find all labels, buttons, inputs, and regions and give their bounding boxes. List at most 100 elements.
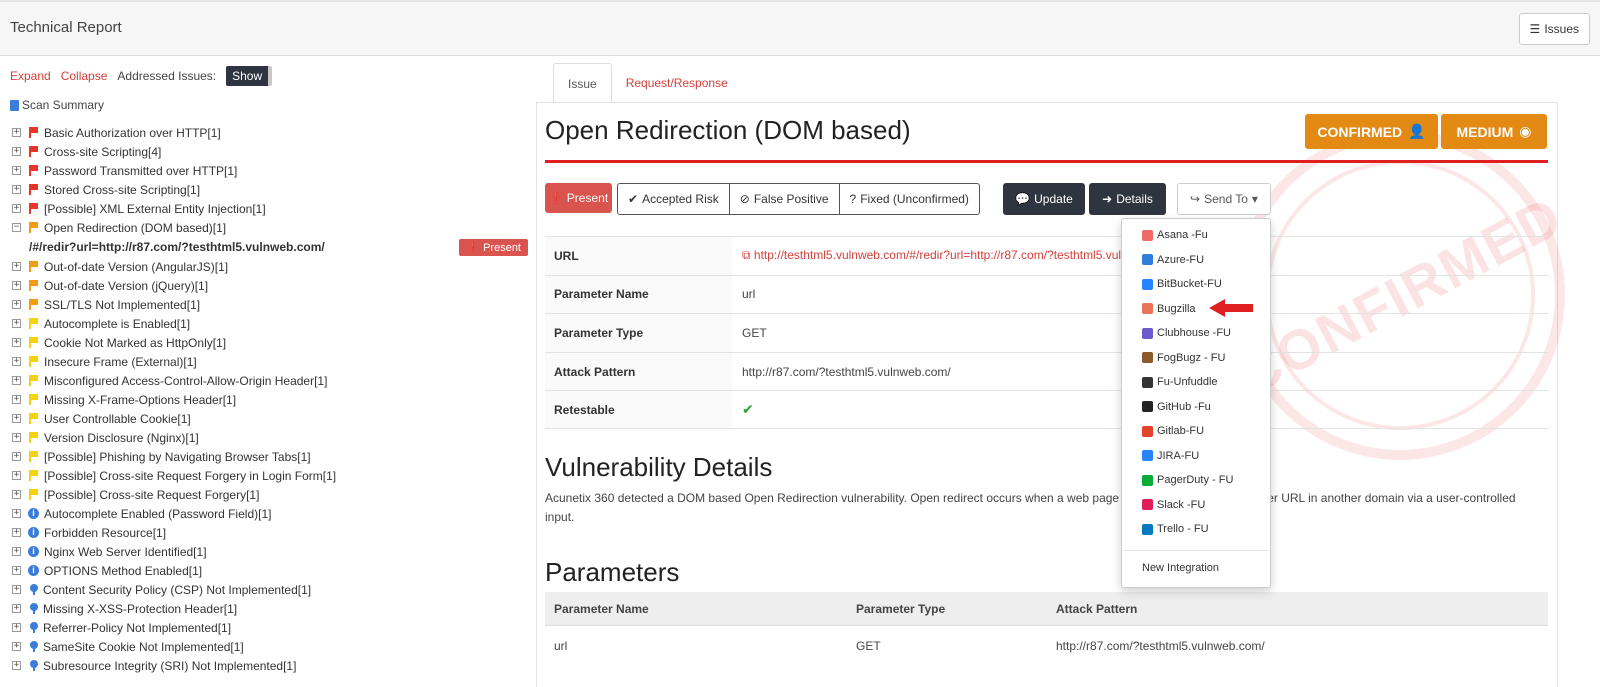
send-to-item-label: Azure-FU	[1157, 253, 1205, 266]
tree-item[interactable]: + Missing X-XSS-Protection Header[1]	[12, 599, 522, 618]
tree-item[interactable]: + Password Transmitted over HTTP[1]	[12, 161, 522, 180]
expand-toggle-icon[interactable]: +	[12, 281, 21, 290]
expand-toggle-icon[interactable]: +	[12, 566, 21, 575]
send-to-item[interactable]: Gitlab-FU	[1142, 421, 1204, 441]
expand-toggle-icon[interactable]: +	[12, 528, 21, 537]
expand-toggle-icon[interactable]: +	[12, 547, 21, 556]
tree-item[interactable]: + Stored Cross-site Scripting[1]	[12, 180, 522, 199]
tree-item[interactable]: + [Possible] Phishing by Navigating Brows…	[12, 447, 522, 466]
present-button[interactable]: ❗ Present	[545, 183, 612, 213]
flag-yellow-icon	[28, 356, 39, 367]
severity-divider	[545, 160, 1548, 163]
tree-item[interactable]: + Version Disclosure (Nginx)[1]	[12, 428, 522, 447]
tree-item[interactable]: + Missing X-Frame-Options Header[1]	[12, 390, 522, 409]
new-integration-item[interactable]: New Integration	[1142, 562, 1219, 574]
tree-item[interactable]: + User Controllable Cookie[1]	[12, 409, 522, 428]
url-link[interactable]: ⧉ http://testhtml5.vulnweb.com/#/redir?u…	[732, 248, 1179, 263]
fixed-unconfirmed-button[interactable]: ? Fixed (Unconfirmed)	[840, 184, 979, 214]
expand-toggle-icon[interactable]: +	[12, 128, 21, 137]
tree-item[interactable]: + Content Security Policy (CSP) Not Imple…	[12, 580, 522, 599]
tree-item[interactable]: − Open Redirection (DOM based)[1]	[12, 218, 522, 237]
send-to-item[interactable]: Clubhouse -FU	[1142, 323, 1231, 343]
expand-toggle-icon[interactable]: +	[12, 300, 21, 309]
send-to-item[interactable]: GitHub -Fu	[1142, 397, 1211, 417]
send-to-item[interactable]: Slack -FU	[1142, 495, 1205, 515]
send-to-item[interactable]: Fu-Unfuddle	[1142, 372, 1218, 392]
expand-toggle-icon[interactable]: +	[12, 395, 21, 404]
send-to-button[interactable]: ↪ Send To ▾	[1177, 183, 1271, 215]
expand-toggle-icon[interactable]: +	[12, 642, 21, 651]
tree-item[interactable]: + Insecure Frame (External)[1]	[12, 352, 522, 371]
tree-item[interactable]: + i Forbidden Resource[1]	[12, 523, 522, 542]
expand-toggle-icon[interactable]: +	[12, 604, 21, 613]
expand-toggle-icon[interactable]: +	[12, 414, 21, 423]
show-toggle[interactable]: Show	[226, 66, 273, 86]
tree-item[interactable]: + [Possible] XML External Entity Injectio…	[12, 199, 522, 218]
selected-url-row[interactable]: /#/redir?url=http://r87.com/?testhtml5.v…	[12, 237, 528, 257]
send-to-item[interactable]: Azure-FU	[1142, 250, 1204, 270]
tree-item[interactable]: + i OPTIONS Method Enabled[1]	[12, 561, 522, 580]
expand-toggle-icon[interactable]: +	[12, 338, 21, 347]
selected-url-path: /#/redir?url=http://r87.com/?testhtml5.v…	[29, 240, 325, 254]
expand-toggle-icon[interactable]: +	[12, 185, 21, 194]
tree-item[interactable]: + [Possible] Cross-site Request Forgery i…	[12, 466, 522, 485]
tree-item[interactable]: + Subresource Integrity (SRI) Not Impleme…	[12, 656, 522, 675]
details-button[interactable]: ➜ Details	[1089, 183, 1166, 215]
scan-summary-label: Scan Summary	[22, 98, 105, 112]
issues-button[interactable]: ☰ Issues	[1518, 13, 1590, 45]
send-to-item[interactable]: Asana -Fu	[1142, 225, 1208, 245]
send-to-item[interactable]: BitBucket-FU	[1142, 274, 1222, 294]
tree-item[interactable]: + Cookie Not Marked as HttpOnly[1]	[12, 333, 522, 352]
flag-yellow-icon	[28, 470, 39, 481]
tree-item[interactable]: + Misconfigured Access-Control-Allow-Orig…	[12, 371, 522, 390]
tree-item[interactable]: + SSL/TLS Not Implemented[1]	[12, 295, 522, 314]
tree-controls: Expand Collapse Addressed Issues: Show	[10, 66, 273, 86]
collapse-link[interactable]: Collapse	[61, 69, 108, 83]
expand-toggle-icon[interactable]: +	[12, 452, 21, 461]
send-to-item[interactable]: FogBugz - FU	[1142, 348, 1225, 368]
tree-item[interactable]: + i Nginx Web Server Identified[1]	[12, 542, 522, 561]
tree-item[interactable]: + i Autocomplete Enabled (Password Field)[…	[12, 504, 522, 523]
false-positive-button[interactable]: ⊘ False Positive	[730, 184, 840, 214]
expand-toggle-icon[interactable]: +	[12, 433, 21, 442]
tree-item-label: SameSite Cookie Not Implemented[1]	[43, 639, 244, 654]
expand-toggle-icon[interactable]: +	[12, 166, 21, 175]
expand-toggle-icon[interactable]: +	[12, 319, 21, 328]
send-to-item[interactable]: Bugzilla	[1142, 299, 1196, 319]
send-to-dropdown: New Integration Asana -Fu Azure-FU BitBuck…	[1121, 218, 1271, 588]
scan-summary-link[interactable]: Scan Summary	[10, 98, 104, 112]
send-to-item[interactable]: JIRA-FU	[1142, 446, 1199, 466]
send-to-item[interactable]: Trello - FU	[1142, 519, 1209, 539]
tree-item[interactable]: + SameSite Cookie Not Implemented[1]	[12, 637, 522, 656]
expand-toggle-icon[interactable]: +	[12, 262, 21, 271]
tree-item[interactable]: + Out-of-date Version (AngularJS)[1]	[12, 257, 522, 276]
parameters-table: Parameter Name Parameter Type Attack Pat…	[545, 592, 1548, 666]
tree-item[interactable]: + Out-of-date Version (jQuery)[1]	[12, 276, 522, 295]
tree-item[interactable]: + Basic Authorization over HTTP[1]	[12, 123, 522, 142]
send-to-item[interactable]: PagerDuty - FU	[1142, 470, 1233, 490]
expand-toggle-icon[interactable]: +	[12, 147, 21, 156]
expand-toggle-icon[interactable]: +	[12, 509, 21, 518]
collapse-toggle-icon[interactable]: −	[12, 223, 21, 232]
info-icon: i	[28, 546, 39, 557]
tree-item[interactable]: + Autocomplete is Enabled[1]	[12, 314, 522, 333]
tree-item[interactable]: + [Possible] Cross-site Request Forgery[1…	[12, 485, 522, 504]
expand-toggle-icon[interactable]: +	[12, 661, 21, 670]
tab-issue[interactable]: Issue	[553, 63, 612, 103]
expand-toggle-icon[interactable]: +	[12, 357, 21, 366]
expand-toggle-icon[interactable]: +	[12, 623, 21, 632]
send-to-item-label: Clubhouse -FU	[1157, 327, 1231, 339]
expand-toggle-icon[interactable]: +	[12, 204, 21, 213]
tree-item[interactable]: + Referrer-Policy Not Implemented[1]	[12, 618, 522, 637]
expand-toggle-icon[interactable]: +	[12, 490, 21, 499]
update-button[interactable]: 💬 Update	[1003, 183, 1085, 215]
send-to-item-label: Slack -FU	[1157, 498, 1206, 511]
accepted-risk-button[interactable]: ✔ Accepted Risk	[618, 184, 730, 214]
expand-link[interactable]: Expand	[10, 69, 51, 83]
tab-request-response[interactable]: Request/Response	[612, 63, 742, 103]
tree-item[interactable]: + Cross-site Scripting[4]	[12, 142, 522, 161]
expand-toggle-icon[interactable]: +	[12, 471, 21, 480]
tree-item-label: Basic Authorization over HTTP[1]	[44, 125, 221, 140]
expand-toggle-icon[interactable]: +	[12, 585, 21, 594]
expand-toggle-icon[interactable]: +	[12, 376, 21, 385]
